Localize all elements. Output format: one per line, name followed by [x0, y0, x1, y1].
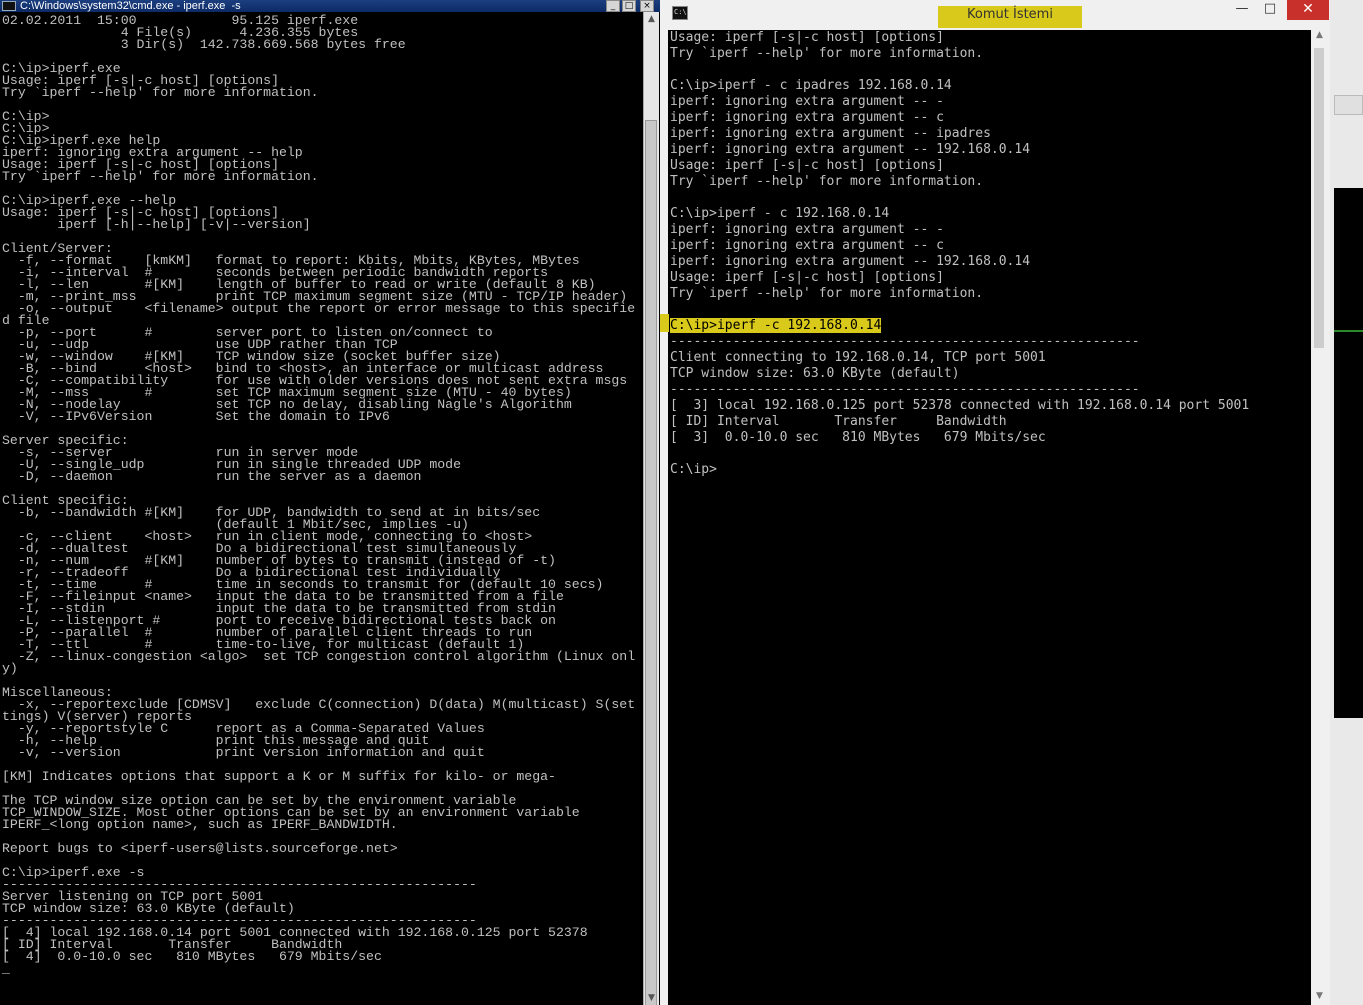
- left-scrollbar[interactable]: ▲ ▼: [643, 12, 659, 1005]
- scroll-down-arrow-icon[interactable]: ▼: [644, 991, 659, 1005]
- right-scrollbar[interactable]: ▲ ▼: [1311, 30, 1328, 1005]
- scroll-down-arrow-icon[interactable]: ▼: [1311, 991, 1328, 1005]
- background-graph-line: [1334, 330, 1363, 332]
- minimize-button[interactable]: _: [606, 0, 620, 12]
- right-title-bar[interactable]: C:\ Komut İstemi — □ ✕: [660, 0, 1330, 30]
- right-console-output: Usage: iperf [-s|-c host] [options] Try …: [668, 30, 1311, 478]
- close-button[interactable]: ✕: [1287, 0, 1329, 20]
- highlight-marker: [660, 314, 669, 332]
- close-button[interactable]: ×: [640, 0, 654, 12]
- highlighted-command: C:\ip>iperf -c 192.168.0.14: [670, 318, 882, 333]
- left-console-window[interactable]: C:\Windows\system32\cmd.exe - iperf.exe …: [0, 0, 660, 1005]
- scroll-up-arrow-icon[interactable]: ▲: [644, 12, 659, 26]
- maximize-button[interactable]: □: [1256, 0, 1284, 20]
- background-tab[interactable]: [1334, 95, 1363, 115]
- right-console-body[interactable]: Usage: iperf [-s|-c host] [options] Try …: [668, 30, 1311, 1005]
- left-console-output: 02.02.2011 15:00 95.125 iperf.exe 4 File…: [2, 13, 636, 976]
- right-console-window[interactable]: C:\ Komut İstemi — □ ✕ Usage: iperf [-s|…: [660, 0, 1330, 1005]
- cmd-icon: [2, 1, 16, 11]
- background-window[interactable]: [1330, 0, 1363, 1005]
- cmd-icon: C:\: [672, 6, 688, 20]
- minimize-button[interactable]: —: [1228, 0, 1256, 20]
- maximize-button[interactable]: □: [622, 0, 636, 12]
- console-output-before: Usage: iperf [-s|-c host] [options] Try …: [670, 30, 1031, 301]
- background-graph-panel: [1334, 188, 1363, 718]
- right-scrollbar-thumb[interactable]: [1314, 48, 1324, 348]
- scroll-up-arrow-icon[interactable]: ▲: [1311, 30, 1328, 44]
- right-window-title: Komut İstemi: [938, 6, 1082, 28]
- left-console-body[interactable]: 02.02.2011 15:00 95.125 iperf.exe 4 File…: [0, 12, 643, 1005]
- left-scrollbar-thumb[interactable]: [645, 120, 657, 1005]
- left-title-bar[interactable]: C:\Windows\system32\cmd.exe - iperf.exe …: [0, 0, 660, 12]
- left-window-title: C:\Windows\system32\cmd.exe - iperf.exe …: [20, 0, 241, 12]
- console-output-after: ----------------------------------------…: [670, 334, 1250, 477]
